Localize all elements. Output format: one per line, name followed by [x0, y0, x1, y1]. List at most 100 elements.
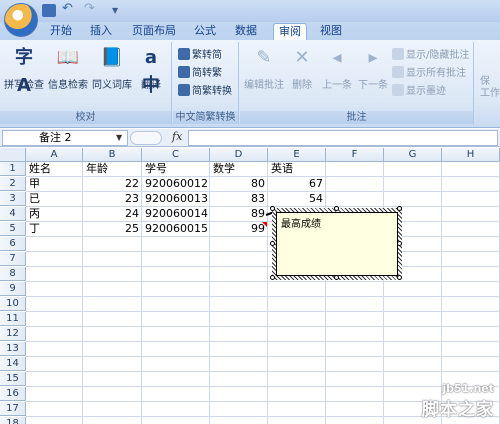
- redo-icon[interactable]: ↷: [84, 1, 98, 16]
- cell-c5[interactable]: 920060015: [143, 222, 209, 236]
- row-header-9[interactable]: 9: [0, 282, 26, 296]
- gridline: [26, 311, 500, 312]
- protect-sheet-button-partial[interactable]: 保 工作: [480, 76, 500, 100]
- column-header-g[interactable]: G: [384, 148, 442, 162]
- column-header-f[interactable]: F: [326, 148, 384, 162]
- row-header-13[interactable]: 13: [0, 342, 26, 356]
- row-header-10[interactable]: 10: [0, 297, 26, 311]
- spell-check-button[interactable]: 字A 拼写检查: [4, 44, 44, 96]
- comment-indicator-icon: [262, 222, 267, 227]
- row-header-15[interactable]: 15: [0, 372, 26, 386]
- protect-label-line2: 工作: [480, 88, 500, 99]
- resize-handle[interactable]: [270, 241, 275, 246]
- formula-bar-splitter[interactable]: [130, 131, 162, 145]
- row-header-18[interactable]: 18: [0, 417, 26, 424]
- column-header-a[interactable]: A: [26, 148, 83, 162]
- undo-icon[interactable]: ↶: [62, 1, 76, 16]
- row-header-4[interactable]: 4: [0, 207, 26, 221]
- next-comment-button[interactable]: ▸ 下一条: [356, 44, 390, 91]
- row-header-11[interactable]: 11: [0, 312, 26, 326]
- resize-handle[interactable]: [270, 275, 275, 280]
- cell-b5[interactable]: 25: [84, 222, 141, 236]
- comment-box[interactable]: 最高成绩: [276, 212, 398, 276]
- cell-a2[interactable]: 甲: [27, 177, 82, 191]
- resize-handle[interactable]: [397, 241, 402, 246]
- column-header-c[interactable]: C: [142, 148, 210, 162]
- cell-b3[interactable]: 23: [84, 192, 141, 206]
- row-header-14[interactable]: 14: [0, 357, 26, 371]
- spell-check-label: 拼写检查: [4, 80, 44, 91]
- row-header-2[interactable]: 2: [0, 177, 26, 191]
- tab-data[interactable]: 数据: [229, 23, 263, 40]
- name-box[interactable]: 备注 2: [2, 130, 128, 146]
- cell-c4[interactable]: 920060014: [143, 207, 209, 221]
- research-icon: 📖: [56, 47, 80, 68]
- show-hide-comment-button[interactable]: 显示/隐藏批注: [392, 48, 469, 64]
- trad-to-simp-label: 繁转简: [192, 50, 222, 61]
- show-ink-button[interactable]: 显示墨迹: [392, 84, 446, 100]
- row-header-1[interactable]: 1: [0, 162, 26, 176]
- save-icon[interactable]: [42, 4, 56, 17]
- cell-c1[interactable]: 学号: [143, 162, 209, 176]
- cell-a1[interactable]: 姓名: [27, 162, 82, 176]
- row-header-16[interactable]: 16: [0, 387, 26, 401]
- research-button[interactable]: 📖 信息检索: [48, 44, 88, 91]
- cell-b4[interactable]: 24: [84, 207, 141, 221]
- cell-e2[interactable]: 67: [269, 177, 325, 191]
- row-header-6[interactable]: 6: [0, 237, 26, 251]
- row-header-8[interactable]: 8: [0, 267, 26, 281]
- cell-d3[interactable]: 83: [211, 192, 267, 206]
- cell-d2[interactable]: 80: [211, 177, 267, 191]
- tab-review[interactable]: 审阅: [273, 23, 307, 40]
- office-button[interactable]: [4, 3, 38, 37]
- tab-formulas[interactable]: 公式: [188, 23, 222, 40]
- resize-handle[interactable]: [397, 275, 402, 280]
- row-header-17[interactable]: 17: [0, 402, 26, 416]
- cell-b1[interactable]: 年龄: [84, 162, 141, 176]
- name-box-dropdown-icon[interactable]: ▼: [116, 133, 122, 142]
- tab-insert[interactable]: 插入: [84, 23, 118, 40]
- column-header-d[interactable]: D: [210, 148, 268, 162]
- comment-text[interactable]: 最高成绩: [281, 215, 321, 230]
- watermark-name: 脚本之家: [422, 400, 494, 420]
- gridline: [26, 326, 500, 327]
- resize-handle[interactable]: [334, 275, 339, 280]
- previous-comment-button[interactable]: ◂ 上一条: [320, 44, 354, 91]
- thesaurus-button[interactable]: 📘 同义词库: [90, 44, 134, 91]
- tab-home[interactable]: 开始: [44, 23, 78, 40]
- column-header-h[interactable]: H: [442, 148, 500, 162]
- row-header-3[interactable]: 3: [0, 192, 26, 206]
- trad-to-simp-button[interactable]: 繁转简: [178, 48, 222, 64]
- resize-handle[interactable]: [397, 206, 402, 211]
- tab-page-layout[interactable]: 页面布局: [126, 23, 182, 40]
- edit-comment-button[interactable]: ✎ 编辑批注: [244, 44, 284, 91]
- cell-a3[interactable]: 已: [27, 192, 82, 206]
- cell-d5[interactable]: 99: [211, 222, 267, 236]
- cell-c3[interactable]: 920060013: [143, 192, 209, 206]
- resize-handle[interactable]: [334, 206, 339, 211]
- delete-comment-button[interactable]: ✕ 删除: [288, 44, 316, 91]
- cell-e1[interactable]: 英语: [269, 162, 325, 176]
- tab-view[interactable]: 视图: [314, 23, 348, 40]
- column-header-b[interactable]: B: [83, 148, 142, 162]
- customize-quick-access-icon[interactable]: ▼: [112, 6, 126, 19]
- row-header-7[interactable]: 7: [0, 252, 26, 266]
- cell-b2[interactable]: 22: [84, 177, 141, 191]
- cell-a4[interactable]: 丙: [27, 207, 82, 221]
- insert-function-icon[interactable]: fx: [172, 130, 182, 143]
- cell-c2[interactable]: 920060012: [143, 177, 209, 191]
- cell-e3[interactable]: 54: [269, 192, 325, 206]
- simp-to-trad-button[interactable]: 简转繁: [178, 66, 222, 82]
- formula-input[interactable]: [188, 130, 498, 146]
- resize-handle[interactable]: [270, 206, 275, 211]
- column-header-e[interactable]: E: [268, 148, 326, 162]
- translate-button[interactable]: a中 翻译: [136, 44, 166, 96]
- row-header-5[interactable]: 5: [0, 222, 26, 236]
- cell-d1[interactable]: 数学: [211, 162, 267, 176]
- chinese-conversion-button[interactable]: 简繁转换: [178, 84, 232, 100]
- row-header-12[interactable]: 12: [0, 327, 26, 341]
- cell-a5[interactable]: 丁: [27, 222, 82, 236]
- select-all-corner[interactable]: [0, 148, 26, 162]
- show-all-comments-button[interactable]: 显示所有批注: [392, 66, 466, 82]
- cell-d4[interactable]: 89: [211, 207, 267, 221]
